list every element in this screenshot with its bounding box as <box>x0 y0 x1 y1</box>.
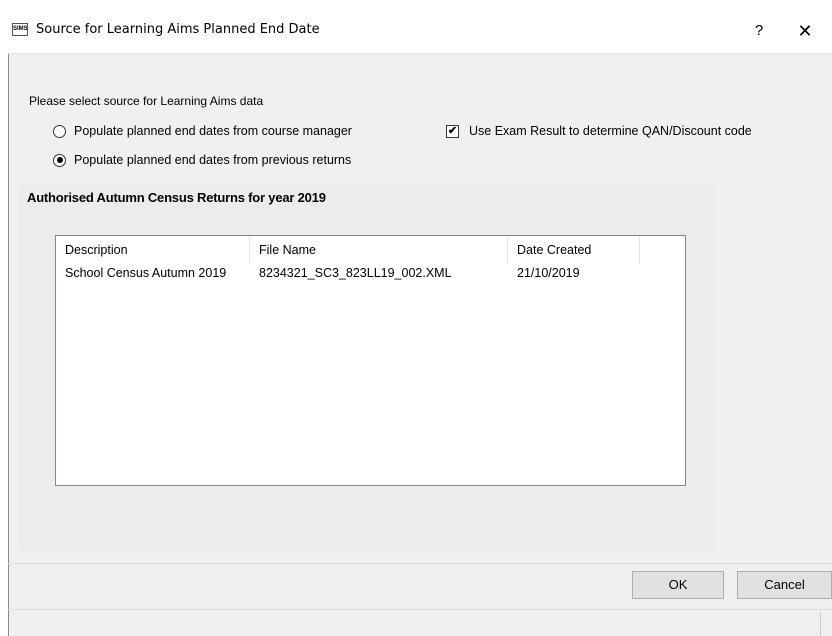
previous-returns-radio-label: Populate planned end dates from previous… <box>74 153 352 167</box>
census-returns-group-title: Authorised Autumn Census Returns for yea… <box>27 190 326 205</box>
course-manager-radio[interactable] <box>53 124 66 138</box>
exam-result-checkbox-label: Use Exam Result to determine QAN/Discoun… <box>469 124 752 138</box>
previous-returns-radio[interactable] <box>53 153 66 167</box>
row-date-created: 21/10/2019 <box>517 266 580 280</box>
window-title: Source for Learning Aims Planned End Dat… <box>36 22 320 37</box>
column-header-date-created[interactable]: Date Created <box>508 236 640 264</box>
list-header: Description File Name Date Created <box>56 236 685 264</box>
row-file-name: 8234321_SC3_823LL19_002.XML <box>259 266 452 280</box>
course-manager-radio-option[interactable]: Populate planned end dates from course m… <box>53 124 352 138</box>
footer-divider <box>8 563 832 564</box>
help-button[interactable]: ? <box>746 17 772 45</box>
close-button[interactable]: ✕ <box>790 17 820 45</box>
exam-result-checkbox[interactable]: ✔ <box>446 124 459 138</box>
course-manager-radio-label: Populate planned end dates from course m… <box>74 124 352 138</box>
exam-result-checkbox-option[interactable]: ✔ Use Exam Result to determine QAN/Disco… <box>446 124 752 138</box>
sims-app-icon: SIMS <box>12 23 28 36</box>
column-header-description[interactable]: Description <box>56 236 250 264</box>
title-bar: SIMS Source for Learning Aims Planned En… <box>8 8 832 54</box>
row-description: School Census Autumn 2019 <box>65 266 227 280</box>
previous-returns-radio-option[interactable]: Populate planned end dates from previous… <box>53 153 351 167</box>
census-returns-list[interactable]: Description File Name Date Created Schoo… <box>55 235 686 486</box>
cancel-button[interactable]: Cancel <box>737 571 832 599</box>
status-bar-divider <box>8 609 832 610</box>
source-prompt-label: Please select source for Learning Aims d… <box>29 94 264 108</box>
status-bar-grip <box>820 612 821 636</box>
list-row[interactable]: School Census Autumn 2019 8234321_SC3_82… <box>56 264 685 282</box>
column-header-file-name[interactable]: File Name <box>250 236 508 264</box>
ok-button[interactable]: OK <box>632 571 724 599</box>
